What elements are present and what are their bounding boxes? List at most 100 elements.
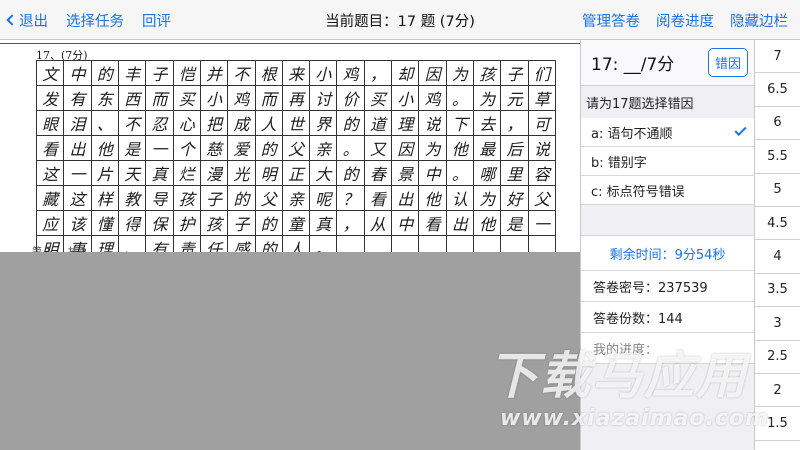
grid-cell [529, 236, 556, 252]
grid-cell: 个 [173, 136, 201, 161]
hide-sidebar-button[interactable]: 隐藏边栏 [730, 10, 788, 31]
grid-cell: 教 [118, 186, 147, 211]
grid-cell: 样 [91, 186, 119, 211]
grid-cell: 可 [528, 111, 556, 136]
grid-cell: 有 [64, 86, 92, 111]
answer-sheet-image[interactable]: 17、(7分) 文中的丰子恺并不根来小鸡，却因为孩子们发有东西而买小鸡而再讨价买… [0, 40, 580, 252]
grid-cell: 父 [528, 186, 556, 211]
grid-cell: 世 [282, 111, 311, 136]
score-option[interactable]: 6 [755, 107, 800, 141]
grid-cell: 子 [228, 211, 256, 236]
grid-cell: 买 [173, 86, 201, 111]
grid-cell: 的 [337, 111, 365, 136]
grid-cell: 是 [118, 136, 147, 161]
grid-cell: 子 [146, 61, 174, 86]
grid-cell: 正 [282, 161, 311, 186]
grid-cell: 真 [146, 161, 174, 186]
grid-cell: 护 [173, 211, 201, 236]
grid-cell: 藏 [37, 186, 65, 211]
score-option[interactable]: 2.5 [755, 341, 800, 374]
grid-cell: 因 [419, 61, 447, 86]
grid-cell: 。 [310, 236, 338, 252]
grid-cell: 说 [528, 136, 556, 161]
answer-code: 答卷密号：237539 [581, 271, 754, 302]
topbar-right-group: 管理答卷 阅卷进度 隐藏边栏 [582, 0, 788, 40]
grid-cell: 眼 [37, 111, 65, 136]
grid-cell: 草 [528, 86, 556, 111]
score-option[interactable]: 2 [755, 374, 800, 408]
grid-cell: 有 [146, 236, 174, 252]
grid-cell: 一 [146, 136, 174, 161]
grid-cell: 孩 [200, 211, 229, 236]
grid-cell: 认 [446, 186, 475, 211]
grid-cell: 为 [419, 136, 447, 161]
grid-cell: 为 [446, 61, 475, 86]
grid-cell: 这 [64, 186, 92, 211]
review-button[interactable]: 回评 [142, 10, 171, 31]
grid-cell: 的 [91, 61, 119, 86]
grid-cell: 中 [64, 61, 92, 86]
grid-cell [501, 236, 529, 252]
grid-cell: 买 [364, 86, 393, 111]
grid-cell: 道 [364, 111, 393, 136]
grid-cell: 春 [364, 161, 393, 186]
error-option-b[interactable]: b: 错别字 [581, 147, 754, 176]
grid-cell: 元 [501, 86, 529, 111]
grid-cell: 中 [419, 161, 447, 186]
score-option[interactable]: 3 [755, 307, 800, 341]
grid-cell: 为 [474, 186, 502, 211]
grid-cell: 恺 [173, 61, 201, 86]
score-option[interactable]: 6.5 [755, 73, 800, 107]
select-task-button[interactable]: 选择任务 [66, 10, 124, 31]
score-option[interactable]: 3.5 [755, 274, 800, 308]
grid-cell: 再 [282, 86, 311, 111]
grid-cell: 明 [255, 161, 283, 186]
grid-cell: 。 [446, 86, 475, 111]
grid-cell: 该 [64, 211, 92, 236]
error-option-a[interactable]: a: 语句不通顺 [581, 118, 754, 147]
error-option-c[interactable]: c: 标点符号错误 [581, 176, 754, 205]
grid-cell: 又 [364, 136, 393, 161]
grid-cell: 是 [501, 211, 529, 236]
grid-cell: 容 [528, 161, 556, 186]
grid-cell: 慈 [200, 136, 229, 161]
grid-cell: 子 [200, 186, 229, 211]
remaining-time: 剩余时间：9分54秒 [581, 235, 754, 271]
grid-cell: 、 [119, 236, 147, 252]
grid-cell: 不 [228, 61, 256, 86]
grid-cell: 真 [310, 211, 338, 236]
grid-cell [337, 236, 365, 252]
score-option[interactable]: 7 [755, 40, 800, 74]
grid-cell: 呢 [310, 186, 338, 211]
grid-cell: 西 [118, 86, 147, 111]
score-option[interactable]: 5.5 [755, 140, 800, 174]
grid-cell: 而 [255, 86, 283, 111]
grid-cell: 出 [446, 211, 475, 236]
score-option[interactable]: 4.5 [755, 207, 800, 241]
grid-cell: 漫 [200, 161, 229, 186]
grid-cell: 父 [282, 136, 311, 161]
topbar-left-group: 退出 选择任务 回评 [6, 0, 171, 40]
my-progress: 我的进度： [581, 333, 754, 364]
grid-cell: 成 [228, 111, 256, 136]
grid-cell: 爱 [228, 136, 256, 161]
grid-cell: 一 [64, 161, 92, 186]
grid-cell: 根 [255, 61, 283, 86]
grid-cell: 子 [501, 61, 529, 86]
grid-cell: 大 [310, 161, 338, 186]
score-option[interactable]: 1.5 [755, 407, 800, 441]
top-navigation-bar: 退出 选择任务 回评 当前题目：17 题 (7分) 管理答卷 阅卷进度 隐藏边栏 [0, 0, 800, 40]
manage-answers-button[interactable]: 管理答卷 [582, 10, 640, 31]
exit-label: 退出 [19, 13, 48, 30]
grid-cell: 一 [528, 211, 556, 236]
grid-cell [474, 236, 502, 252]
grid-cell: 并 [200, 61, 229, 86]
exit-button[interactable]: 退出 [6, 10, 48, 31]
grid-cell: 看 [37, 136, 65, 161]
error-reason-button[interactable]: 错因 [707, 48, 748, 77]
question-score-text: 17: __/7分 [591, 55, 675, 75]
grid-cell: 忍 [146, 111, 174, 136]
score-option[interactable]: 5 [755, 174, 800, 207]
score-option[interactable]: 4 [755, 240, 800, 274]
marking-progress-button[interactable]: 阅卷进度 [656, 10, 714, 31]
